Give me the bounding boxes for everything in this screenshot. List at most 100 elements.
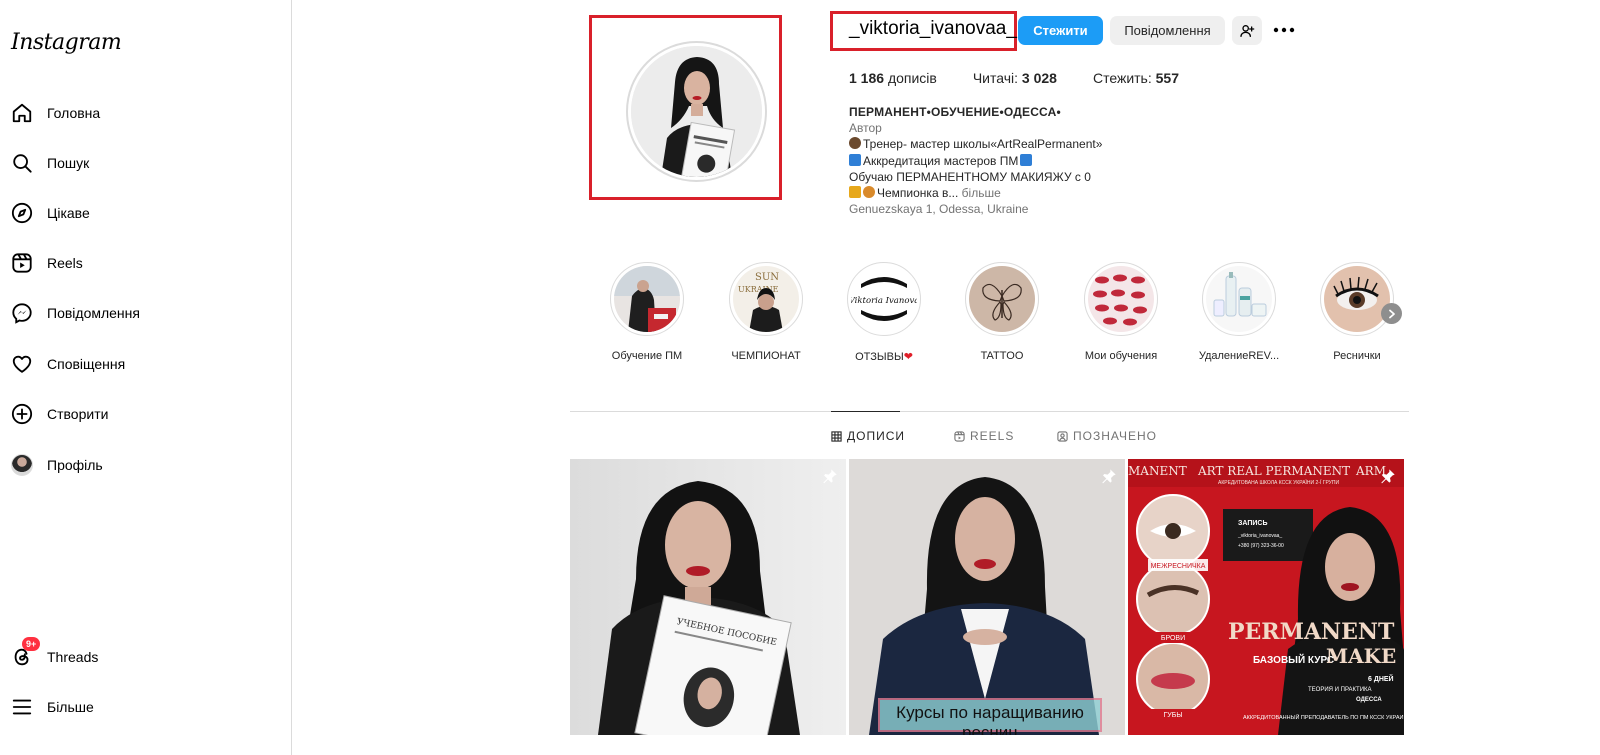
profile-bio: ПЕРМАНЕНТ•ОБУЧЕНИЕ•ОДЕССА• Автор Тренер-…	[849, 104, 1102, 217]
svg-text:6 ДНЕЙ: 6 ДНЕЙ	[1368, 674, 1394, 683]
bio-line: Чемпионка в... більше	[849, 185, 1102, 201]
sidebar-item-label: Сповіщення	[47, 356, 126, 372]
sidebar-item-label: Threads	[47, 649, 99, 665]
trophy-emoji-icon	[849, 186, 861, 199]
svg-text:+380 (97) 323-36-00: +380 (97) 323-36-00	[1238, 543, 1284, 549]
sidebar-item-search[interactable]: Пошук	[10, 148, 89, 178]
sidebar-item-reels[interactable]: Reels	[10, 248, 83, 278]
profile-display-name: ПЕРМАНЕНТ•ОБУЧЕНИЕ•ОДЕССА•	[849, 105, 1061, 119]
tab-label: REELS	[970, 429, 1015, 443]
pin-icon	[1101, 468, 1117, 489]
post-thumbnail[interactable]: Курсы по наращиванию ресниц	[849, 459, 1125, 735]
sidebar-item-messages[interactable]: Повідомлення	[10, 298, 140, 328]
svg-text:Viktoria Ivanova: Viktoria Ivanova	[851, 296, 917, 306]
profile-category: Автор	[849, 121, 882, 136]
highlight-title: УдалениеREV...	[1198, 350, 1280, 362]
pin-icon	[1380, 468, 1396, 489]
svg-text:ОДЕССА: ОДЕССА	[1356, 697, 1382, 703]
svg-text:_viktoria_ivanovaa_: _viktoria_ivanovaa_	[1237, 533, 1282, 539]
threads-icon: 9+	[10, 637, 41, 669]
explore-icon	[10, 201, 34, 225]
follow-button[interactable]: Стежити	[1018, 16, 1103, 45]
sidebar-item-label: Профіль	[47, 457, 103, 473]
reels-icon	[954, 430, 965, 442]
tab-label: ДОПИСИ	[847, 429, 906, 443]
bio-line: Тренер- мастер школы«ArtRealPermanent»	[849, 136, 1102, 152]
plus-square-icon	[10, 402, 34, 426]
story-highlight[interactable]: УдалениеREV...	[1189, 262, 1289, 362]
sidebar-item-label: Створити	[47, 406, 109, 422]
profile-stats: 1 186 дописів Читачі: 3 028 Стежить: 557	[849, 70, 1215, 86]
story-highlight[interactable]: Мои обучения	[1071, 262, 1171, 362]
highlights-next-button[interactable]	[1381, 303, 1402, 324]
svg-text:MANENT: MANENT	[1128, 464, 1187, 478]
add-user-icon	[1240, 24, 1255, 37]
highlight-cover	[969, 266, 1035, 332]
bear-emoji-icon	[849, 137, 861, 150]
highlight-title: ОТЗЫВЫ❤	[855, 351, 913, 363]
anchor-emoji-icon	[1020, 153, 1033, 166]
sidebar-item-create[interactable]: Створити	[10, 399, 108, 429]
story-highlight[interactable]: TATTOO	[952, 262, 1052, 362]
sidebar-item-notifications[interactable]: Сповіщення	[10, 349, 125, 379]
highlight-title: Мои обучения	[1084, 350, 1158, 362]
story-highlight[interactable]: SUN UKRAINE ЧЕМПИОНАТ	[716, 262, 816, 362]
svg-text:ГУБЫ: ГУБЫ	[1163, 712, 1182, 719]
instagram-logo[interactable]: Instagram	[11, 30, 122, 55]
followers-count[interactable]: Читачі: 3 028	[973, 70, 1057, 86]
sidebar: Instagram Головна Пошук Цікаве Reels Пов…	[0, 0, 292, 755]
home-icon	[10, 101, 34, 125]
suggest-similar-button[interactable]	[1232, 16, 1262, 45]
following-count[interactable]: Стежить: 557	[1093, 70, 1179, 86]
sidebar-item-label: Reels	[47, 255, 83, 271]
heart-icon	[10, 352, 34, 376]
tab-tagged[interactable]: ПОЗНАЧЕНО	[1057, 429, 1157, 443]
sidebar-item-label: Пошук	[47, 155, 90, 171]
more-options-button[interactable]	[1272, 18, 1296, 42]
sidebar-item-explore[interactable]: Цікаве	[10, 198, 90, 228]
messenger-icon	[10, 301, 34, 325]
highlight-title: Реснички	[1333, 350, 1381, 362]
profile-location[interactable]: Genuezskaya 1, Odessa, Ukraine	[849, 201, 1102, 217]
tab-label: ПОЗНАЧЕНО	[1073, 429, 1157, 443]
tab-posts[interactable]: ДОПИСИ	[831, 429, 905, 443]
sidebar-item-label: Головна	[47, 105, 101, 121]
bio-more-link[interactable]: більше	[962, 186, 1001, 200]
heart-emoji-icon: ❤	[903, 351, 913, 363]
sidebar-item-profile[interactable]: Профіль	[10, 450, 103, 480]
highlight-title: Обучение ПМ	[611, 350, 683, 362]
message-button[interactable]: Повідомлення	[1110, 16, 1225, 45]
sidebar-item-more[interactable]: Більше	[10, 692, 94, 722]
highlight-cover	[1324, 266, 1390, 332]
post-thumbnail[interactable]: MANENT ART REAL PERMANENT ARM АКРЕДИТОВА…	[1128, 459, 1404, 735]
story-highlight[interactable]: Обучение ПМ	[597, 262, 697, 362]
sidebar-item-threads[interactable]: 9+ Threads	[10, 637, 99, 672]
story-highlight[interactable]: Viktoria Ivanova ОТЗЫВЫ❤	[834, 262, 934, 363]
highlight-title: ЧЕМПИОНАТ	[731, 350, 801, 362]
highlight-cover	[1088, 266, 1154, 332]
anchor-emoji-icon	[849, 153, 861, 166]
pin-icon	[822, 468, 838, 489]
sidebar-item-label: Цікаве	[47, 205, 90, 221]
svg-text:БРОВИ: БРОВИ	[1161, 635, 1185, 642]
svg-text:АККРЕДИТОВАННЫЙ ПРЕПОДАВАТЕЛЬ: АККРЕДИТОВАННЫЙ ПРЕПОДАВАТЕЛЬ ПО ПМ КССК…	[1243, 713, 1404, 721]
svg-text:ART REAL PERMANENT: ART REAL PERMANENT	[1197, 464, 1350, 478]
tab-reels[interactable]: REELS	[954, 429, 1014, 443]
tabs-divider	[570, 411, 1409, 412]
sidebar-item-label: Більше	[47, 699, 94, 715]
profile-username: _viktoria_ivanovaa_	[849, 18, 1017, 39]
svg-text:МЕЖРЕСНИЧКА: МЕЖРЕСНИЧКА	[1151, 563, 1206, 570]
post-image: MANENT ART REAL PERMANENT ARM АКРЕДИТОВА…	[1128, 459, 1404, 735]
menu-icon	[10, 695, 34, 719]
profile-picture[interactable]	[626, 41, 767, 182]
more-dots-icon	[1273, 27, 1295, 33]
post-image: УЧЕБНОЕ ПОСОБИЕ	[570, 459, 846, 735]
search-icon	[10, 151, 34, 175]
sidebar-item-home[interactable]: Головна	[10, 98, 100, 128]
bio-line: Обучаю ПЕРМАНЕНТНОМУ МАКИЯЖУ с 0	[849, 169, 1091, 184]
sidebar-item-label: Повідомлення	[47, 305, 140, 321]
svg-text:PERMANENT: PERMANENT	[1228, 619, 1395, 645]
post-thumbnail[interactable]: УЧЕБНОЕ ПОСОБИЕ	[570, 459, 846, 735]
highlight-cover: Viktoria Ivanova	[851, 266, 917, 332]
notification-badge: 9+	[22, 637, 41, 651]
